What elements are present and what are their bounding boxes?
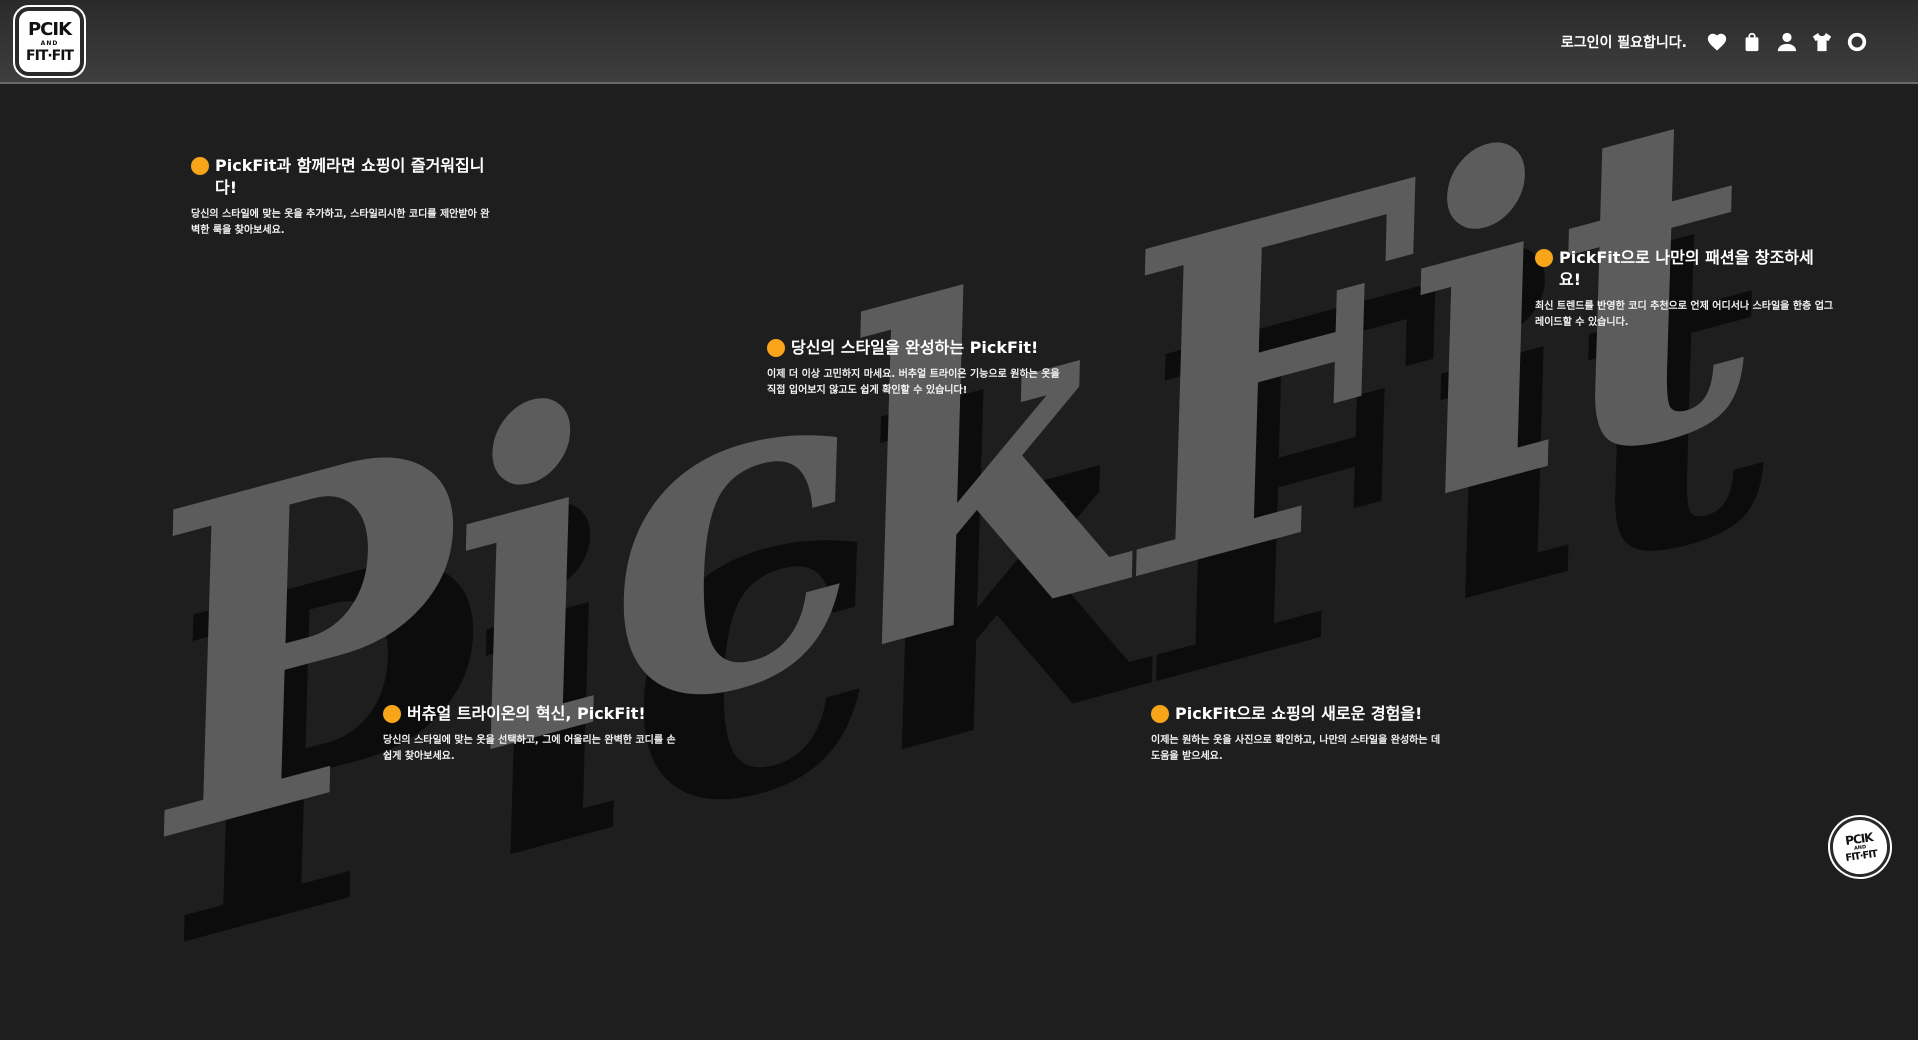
floating-logo-button[interactable]: PCIK AND FIT·FIT [1823, 810, 1897, 884]
feature-description: 이제 더 이상 고민하지 마세요. 버추얼 트라이온 기능으로 원하는 옷을 직… [767, 369, 1060, 396]
feature-card-4: 버츄얼 트라이온의 혁신, PickFit! 당신의 스타일에 맞는 옷을 선택… [383, 703, 683, 765]
feature-description: 당신의 스타일에 맞는 옷을 선택하고, 그에 어울리는 완벽한 코디를 손쉽게… [383, 735, 676, 762]
feature-card-3: PickFit으로 나만의 패션을 창조하세요! 최신 트렌드를 반영한 코디 … [1535, 247, 1835, 331]
logo-text-bottom: FIT·FIT [26, 47, 74, 64]
pickfit-logo[interactable]: PCIK AND FIT·FIT [13, 5, 86, 78]
logo-text-top: PCIK [27, 18, 72, 40]
feature-title: PickFit으로 쇼핑의 새로운 경험을! [1175, 704, 1423, 723]
feature-title: 당신의 스타일을 완성하는 PickFit! [791, 338, 1039, 357]
circle-icon[interactable] [1846, 31, 1868, 53]
user-icon[interactable] [1776, 31, 1798, 53]
feature-title: 버츄얼 트라이온의 혁신, PickFit! [407, 704, 646, 723]
bullet-dot-icon [383, 705, 401, 723]
feature-card-1: PickFit과 함께라면 쇼핑이 즐거워집니다! 당신의 스타일에 맞는 옷을… [191, 155, 491, 239]
floating-logo-text-bottom: FIT·FIT [1844, 848, 1878, 864]
bullet-dot-icon [191, 157, 209, 175]
feature-card-5: PickFit으로 쇼핑의 새로운 경험을! 이제는 원하는 옷을 사진으로 확… [1151, 703, 1451, 765]
feature-description: 최신 트렌드를 반영한 코디 추천으로 언제 어디서나 스타일을 한층 업그레이… [1535, 301, 1834, 328]
feature-card-2: 당신의 스타일을 완성하는 PickFit! 이제 더 이상 고민하지 마세요.… [767, 337, 1067, 399]
bullet-dot-icon [1535, 249, 1553, 267]
logo-text-middle: AND [40, 39, 59, 47]
feature-description: 이제는 원하는 옷을 사진으로 확인하고, 나만의 스타일을 완성하는 데 도움… [1151, 735, 1441, 762]
feature-title: PickFit으로 나만의 패션을 창조하세요! [1559, 248, 1814, 289]
feature-title: PickFit과 함께라면 쇼핑이 즐거워집니다! [215, 156, 485, 197]
shirt-icon[interactable] [1811, 31, 1833, 53]
shopping-bag-icon[interactable] [1741, 31, 1763, 53]
heart-icon[interactable] [1706, 31, 1728, 53]
bullet-dot-icon [1151, 705, 1169, 723]
feature-description: 당신의 스타일에 맞는 옷을 추가하고, 스타일리시한 코디를 제안받아 완벽한… [191, 209, 490, 236]
bullet-dot-icon [767, 339, 785, 357]
